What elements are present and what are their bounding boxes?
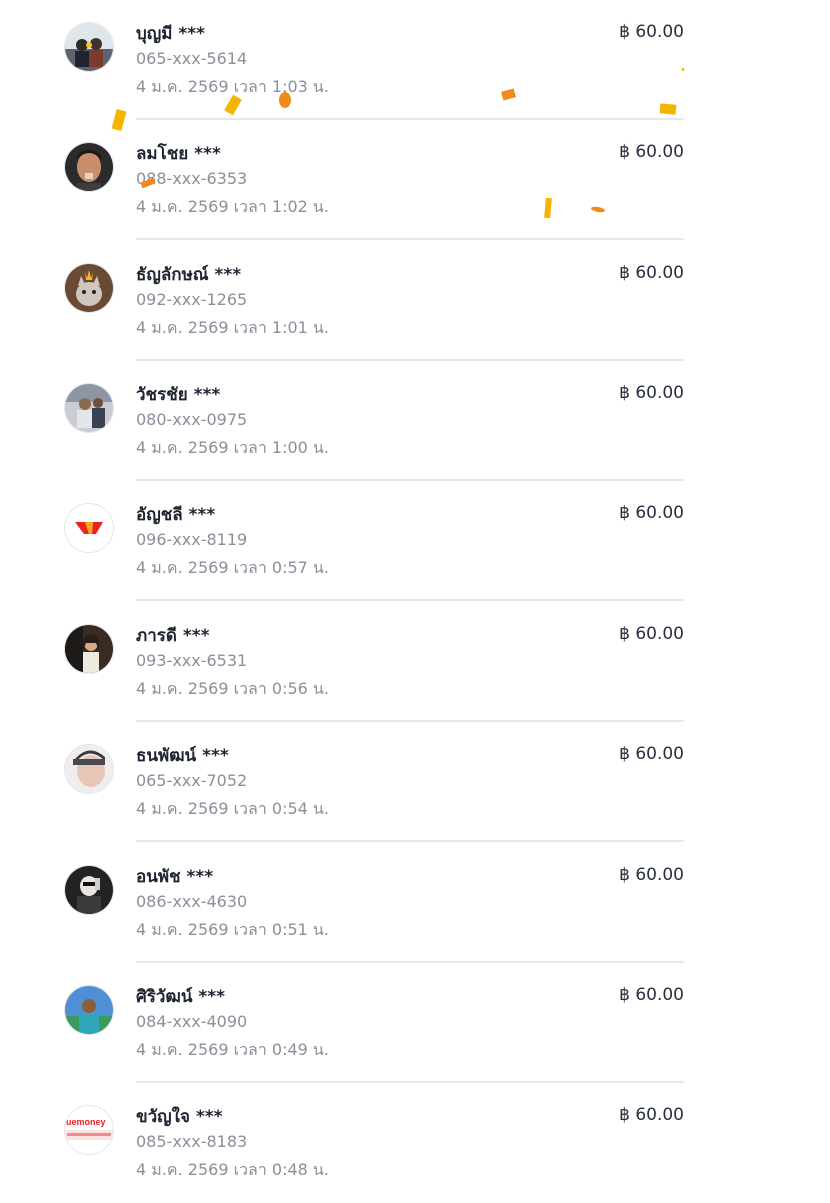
sender-name: วัชรชัย *** (136, 385, 221, 405)
transaction-amount: ฿ 60.00 (619, 624, 684, 644)
truemoney-logo-icon: uemoney (64, 1105, 114, 1155)
transaction-datetime: 4 ม.ค. 2569 เวลา 0:51 น. (136, 920, 329, 939)
transaction-datetime: 4 ม.ค. 2569 เวลา 1:00 น. (136, 438, 329, 457)
transaction-datetime: 4 ม.ค. 2569 เวลา 0:54 น. (136, 799, 329, 818)
transaction-datetime: 4 ม.ค. 2569 เวลา 1:01 น. (136, 318, 329, 337)
sender-phone: 065-xxx-5614 (136, 49, 248, 68)
person-photo-icon (64, 624, 114, 674)
sender-phone: 086-xxx-4630 (136, 892, 248, 911)
transaction-amount: ฿ 60.00 (619, 1105, 684, 1125)
transaction-row[interactable]: ศิริวัฒน์ *** 084-xxx-4090 4 ม.ค. 2569 เ… (0, 963, 830, 1083)
person-photo-icon (64, 865, 114, 915)
sender-name: อนพัช *** (136, 867, 214, 887)
transaction-amount: ฿ 60.00 (619, 383, 684, 403)
svg-text:uemoney: uemoney (66, 1117, 106, 1127)
transaction-list: บุญมี *** 065-xxx-5614 4 ม.ค. 2569 เวลา … (0, 0, 830, 1200)
sender-phone: 092-xxx-1265 (136, 290, 248, 309)
person-photo-icon (64, 22, 114, 72)
sender-phone: 093-xxx-6531 (136, 651, 248, 670)
transaction-row[interactable]: ภารดี *** 093-xxx-6531 4 ม.ค. 2569 เวลา … (0, 602, 830, 722)
confetti-piece (682, 68, 684, 71)
sender-name: ขวัญใจ *** (136, 1107, 223, 1127)
sender-name: ธนพัฒน์ *** (136, 746, 229, 766)
person-photo-icon (64, 744, 114, 794)
sender-name: ธัญลักษณ์ *** (136, 265, 242, 285)
person-photo-icon (64, 383, 114, 433)
transaction-datetime: 4 ม.ค. 2569 เวลา 0:48 น. (136, 1160, 329, 1179)
transaction-row[interactable]: วัชรชัย *** 080-xxx-0975 4 ม.ค. 2569 เวล… (0, 361, 830, 481)
wallet-logo-icon (64, 503, 114, 553)
sender-phone: 065-xxx-7052 (136, 771, 248, 790)
transaction-amount: ฿ 60.00 (619, 22, 684, 42)
transaction-amount: ฿ 60.00 (619, 744, 684, 764)
transaction-row[interactable]: ธัญลักษณ์ *** 092-xxx-1265 4 ม.ค. 2569 เ… (0, 241, 830, 361)
transaction-amount: ฿ 60.00 (619, 142, 684, 162)
row-divider (136, 840, 684, 842)
transaction-datetime: 4 ม.ค. 2569 เวลา 1:02 น. (136, 197, 329, 216)
transaction-datetime: 4 ม.ค. 2569 เวลา 0:56 น. (136, 679, 329, 698)
sender-phone: 096-xxx-8119 (136, 530, 248, 549)
transaction-amount: ฿ 60.00 (619, 263, 684, 283)
confetti-piece (659, 103, 677, 115)
person-photo-icon (64, 985, 114, 1035)
transaction-datetime: 4 ม.ค. 2569 เวลา 0:49 น. (136, 1040, 329, 1059)
sender-phone: 080-xxx-0975 (136, 410, 248, 429)
transaction-row[interactable]: บุญมี *** 065-xxx-5614 4 ม.ค. 2569 เวลา … (0, 0, 830, 120)
transaction-row[interactable]: ธนพัฒน์ *** 065-xxx-7052 4 ม.ค. 2569 เวล… (0, 722, 830, 842)
confetti-piece (279, 92, 291, 108)
transaction-row[interactable]: ลมโชย *** 088-xxx-6353 4 ม.ค. 2569 เวลา … (0, 120, 830, 240)
transaction-datetime: 4 ม.ค. 2569 เวลา 0:57 น. (136, 558, 329, 577)
sender-name: อัญชลี *** (136, 505, 216, 525)
transaction-row[interactable]: อนพัช *** 086-xxx-4630 4 ม.ค. 2569 เวลา … (0, 843, 830, 963)
sender-name: ศิริวัฒน์ *** (136, 987, 226, 1007)
transaction-row[interactable]: อัญชลี *** 096-xxx-8119 4 ม.ค. 2569 เวลา… (0, 481, 830, 601)
sender-name: ลมโชย *** (136, 144, 221, 164)
transaction-row[interactable]: uemoney ขวัญใจ *** 085-xxx-8183 4 ม.ค. 2… (0, 1083, 830, 1203)
sender-phone: 084-xxx-4090 (136, 1012, 248, 1031)
sender-name: บุญมี *** (136, 24, 206, 44)
sender-phone: 085-xxx-8183 (136, 1132, 248, 1151)
transaction-amount: ฿ 60.00 (619, 985, 684, 1005)
person-photo-icon (64, 142, 114, 192)
transaction-amount: ฿ 60.00 (619, 503, 684, 523)
pet-photo-icon (64, 263, 114, 313)
row-divider (136, 599, 684, 601)
sender-name: ภารดี *** (136, 626, 210, 646)
transaction-amount: ฿ 60.00 (619, 865, 684, 885)
row-divider (136, 238, 684, 240)
